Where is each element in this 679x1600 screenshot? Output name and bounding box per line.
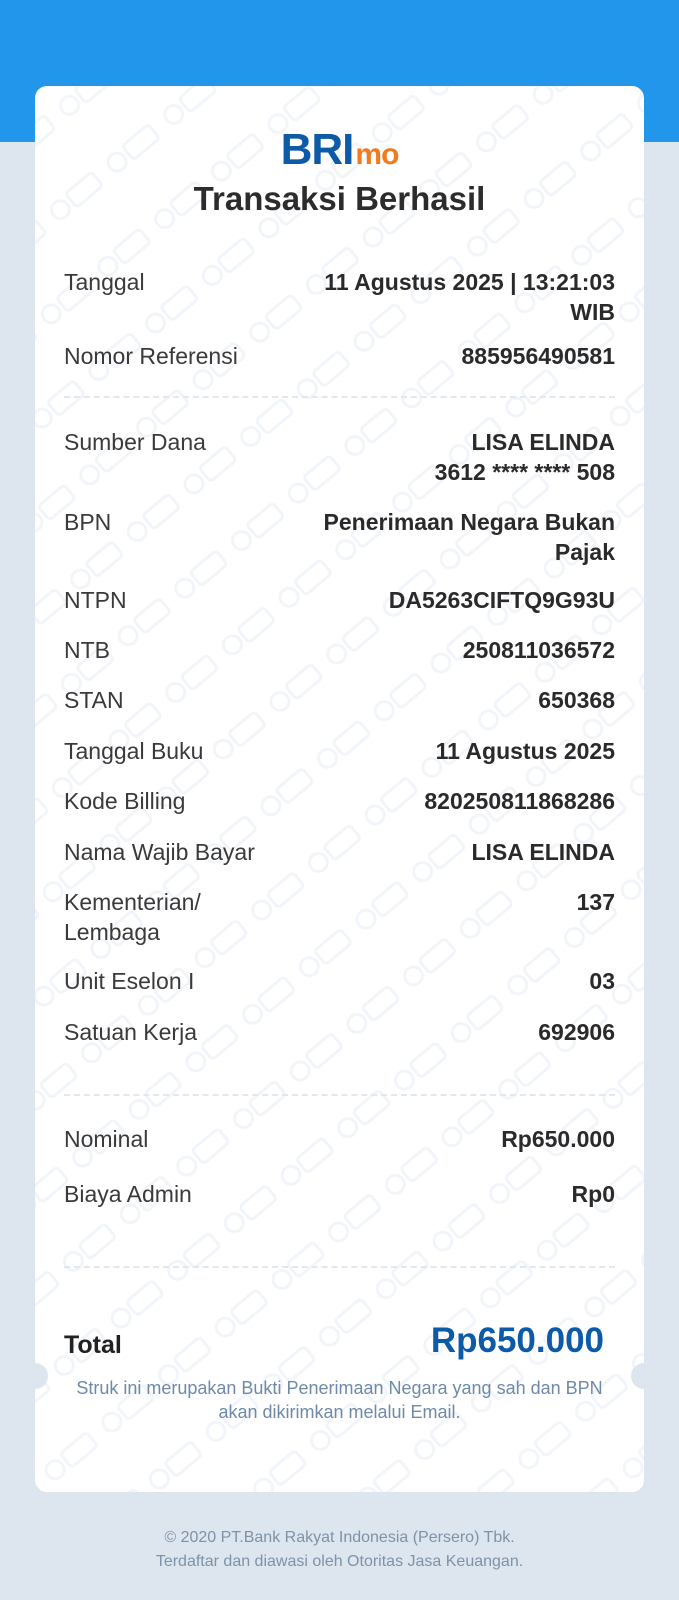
- detail-label: Tanggal: [64, 269, 145, 295]
- detail-row-unit-eselon: Unit Eselon I 03: [64, 966, 615, 996]
- divider: [64, 1094, 615, 1096]
- footer-ojk-note: Terdaftar dan diawasi oleh Otoritas Jasa…: [155, 1553, 524, 1570]
- brimo-logo-bri: BRI: [280, 125, 355, 174]
- amount-row-biaya-admin: Biaya Admin Rp0: [64, 1179, 615, 1209]
- detail-label: Nama Wajib Bayar: [64, 839, 255, 865]
- detail-label: Sumber Dana: [64, 429, 206, 455]
- receipt-card: BRImo Transaksi Berhasil Tanggal 11 Agus…: [35, 86, 644, 1492]
- detail-value: Penerimaan Negara Bukan Pajak: [323, 509, 615, 565]
- detail-value: 820250811868286: [424, 788, 615, 814]
- receipt-note: Struk ini merupakan Bukti Penerimaan Neg…: [76, 1378, 603, 1422]
- detail-label: Kode Billing: [64, 788, 186, 814]
- detail-label: NTPN: [64, 587, 127, 613]
- detail-row-tanggal-buku: Tanggal Buku 11 Agustus 2025: [64, 736, 615, 766]
- detail-value: LISA ELINDA 3612 **** **** 508: [435, 427, 615, 487]
- page-title: Transaksi Berhasil: [193, 180, 486, 217]
- divider: [64, 1266, 615, 1268]
- brimo-logo-mo: mo: [355, 138, 399, 171]
- detail-label: STAN: [64, 687, 124, 713]
- detail-value: 11 Agustus 2025: [435, 738, 615, 764]
- detail-label: Tanggal Buku: [64, 738, 204, 764]
- detail-row-bpn: BPN Penerimaan Negara Bukan Pajak: [64, 507, 615, 567]
- detail-value: 03: [589, 968, 615, 994]
- detail-label-line: Kementerian/: [64, 889, 201, 915]
- amount-value: Rp650.000: [501, 1126, 615, 1152]
- account-name: LISA ELINDA: [471, 429, 615, 455]
- detail-row-satuan-kerja: Satuan Kerja 692906: [64, 1017, 615, 1047]
- detail-row-ntpn: NTPN DA5263CIFTQ9G93U: [64, 585, 615, 615]
- receipt-notch-left: [35, 1363, 48, 1389]
- footer-copyright: © 2020 PT.Bank Rakyat Indonesia (Persero…: [164, 1529, 515, 1546]
- footer: © 2020 PT.Bank Rakyat Indonesia (Persero…: [0, 1526, 679, 1574]
- amount-value: Rp0: [571, 1181, 615, 1207]
- detail-label-line: Lembaga: [64, 919, 160, 945]
- detail-value: LISA ELINDA: [471, 839, 615, 865]
- detail-value: 885956490581: [461, 343, 616, 369]
- detail-value: 250811036572: [462, 637, 615, 663]
- detail-value: 137: [576, 889, 615, 915]
- detail-label: BPN: [64, 509, 112, 535]
- detail-row-kementerian-lembaga: Kementerian/ Lembaga 137: [64, 887, 615, 947]
- receipt-notch-right: [631, 1363, 644, 1389]
- detail-label: Kementerian/ Lembaga: [64, 887, 201, 947]
- account-number: 3612 **** **** 508: [434, 459, 615, 485]
- total-label: Total: [64, 1331, 122, 1359]
- amount-row-nominal: Nominal Rp650.000: [64, 1124, 615, 1154]
- divider: [64, 396, 615, 398]
- detail-row-sumber-dana: Sumber Dana LISA ELINDA 3612 **** **** 5…: [64, 427, 615, 487]
- detail-row-ntb: NTB 250811036572: [64, 635, 615, 665]
- detail-label: NTB: [64, 637, 110, 663]
- detail-value: 650368: [538, 687, 615, 713]
- detail-row-nama-wajib-bayar: Nama Wajib Bayar LISA ELINDA: [64, 837, 615, 867]
- detail-row-tanggal: Tanggal 11 Agustus 2025 | 13:21:03 WIB: [64, 267, 615, 327]
- detail-row-nomor-referensi: Nomor Referensi 885956490581: [64, 341, 615, 371]
- detail-value: 692906: [538, 1019, 615, 1045]
- detail-label: Nomor Referensi: [64, 343, 238, 369]
- detail-row-stan: STAN 650368: [64, 685, 615, 715]
- detail-value: DA5263CIFTQ9G93U: [388, 587, 615, 613]
- amount-label: Biaya Admin: [64, 1181, 192, 1207]
- detail-row-kode-billing: Kode Billing 820250811868286: [64, 786, 615, 816]
- detail-label: Satuan Kerja: [64, 1019, 197, 1045]
- total-value: Rp650.000: [430, 1321, 604, 1360]
- brimo-logo: BRImo: [35, 128, 644, 172]
- detail-value: 11 Agustus 2025 | 13:21:03 WIB: [324, 269, 615, 325]
- amount-label: Nominal: [64, 1126, 149, 1152]
- detail-label: Unit Eselon I: [64, 968, 195, 994]
